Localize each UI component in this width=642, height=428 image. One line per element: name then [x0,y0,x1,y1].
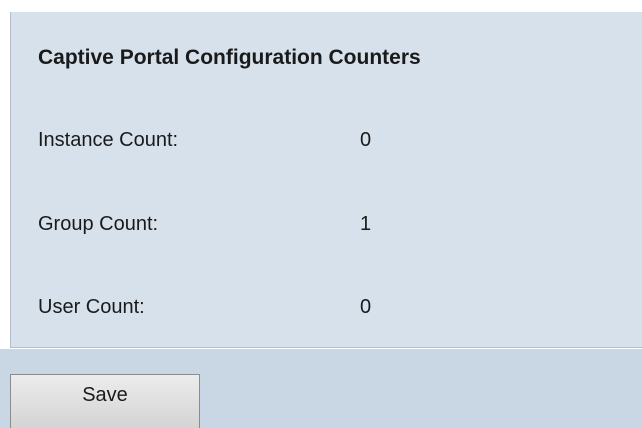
button-bar: Save [0,349,642,428]
group-count-value: 1 [360,213,372,235]
save-button[interactable]: Save [10,374,200,428]
user-count-value: 0 [360,296,372,318]
instance-count-value: 0 [360,129,372,151]
panel-title: Captive Portal Configuration Counters [38,46,421,69]
top-strip [0,0,642,12]
instance-count-label: Instance Count: [38,129,179,151]
counters-panel: Captive Portal Configuration Counters In… [10,12,642,348]
user-count-label: User Count: [38,296,145,318]
group-count-label: Group Count: [38,213,159,235]
